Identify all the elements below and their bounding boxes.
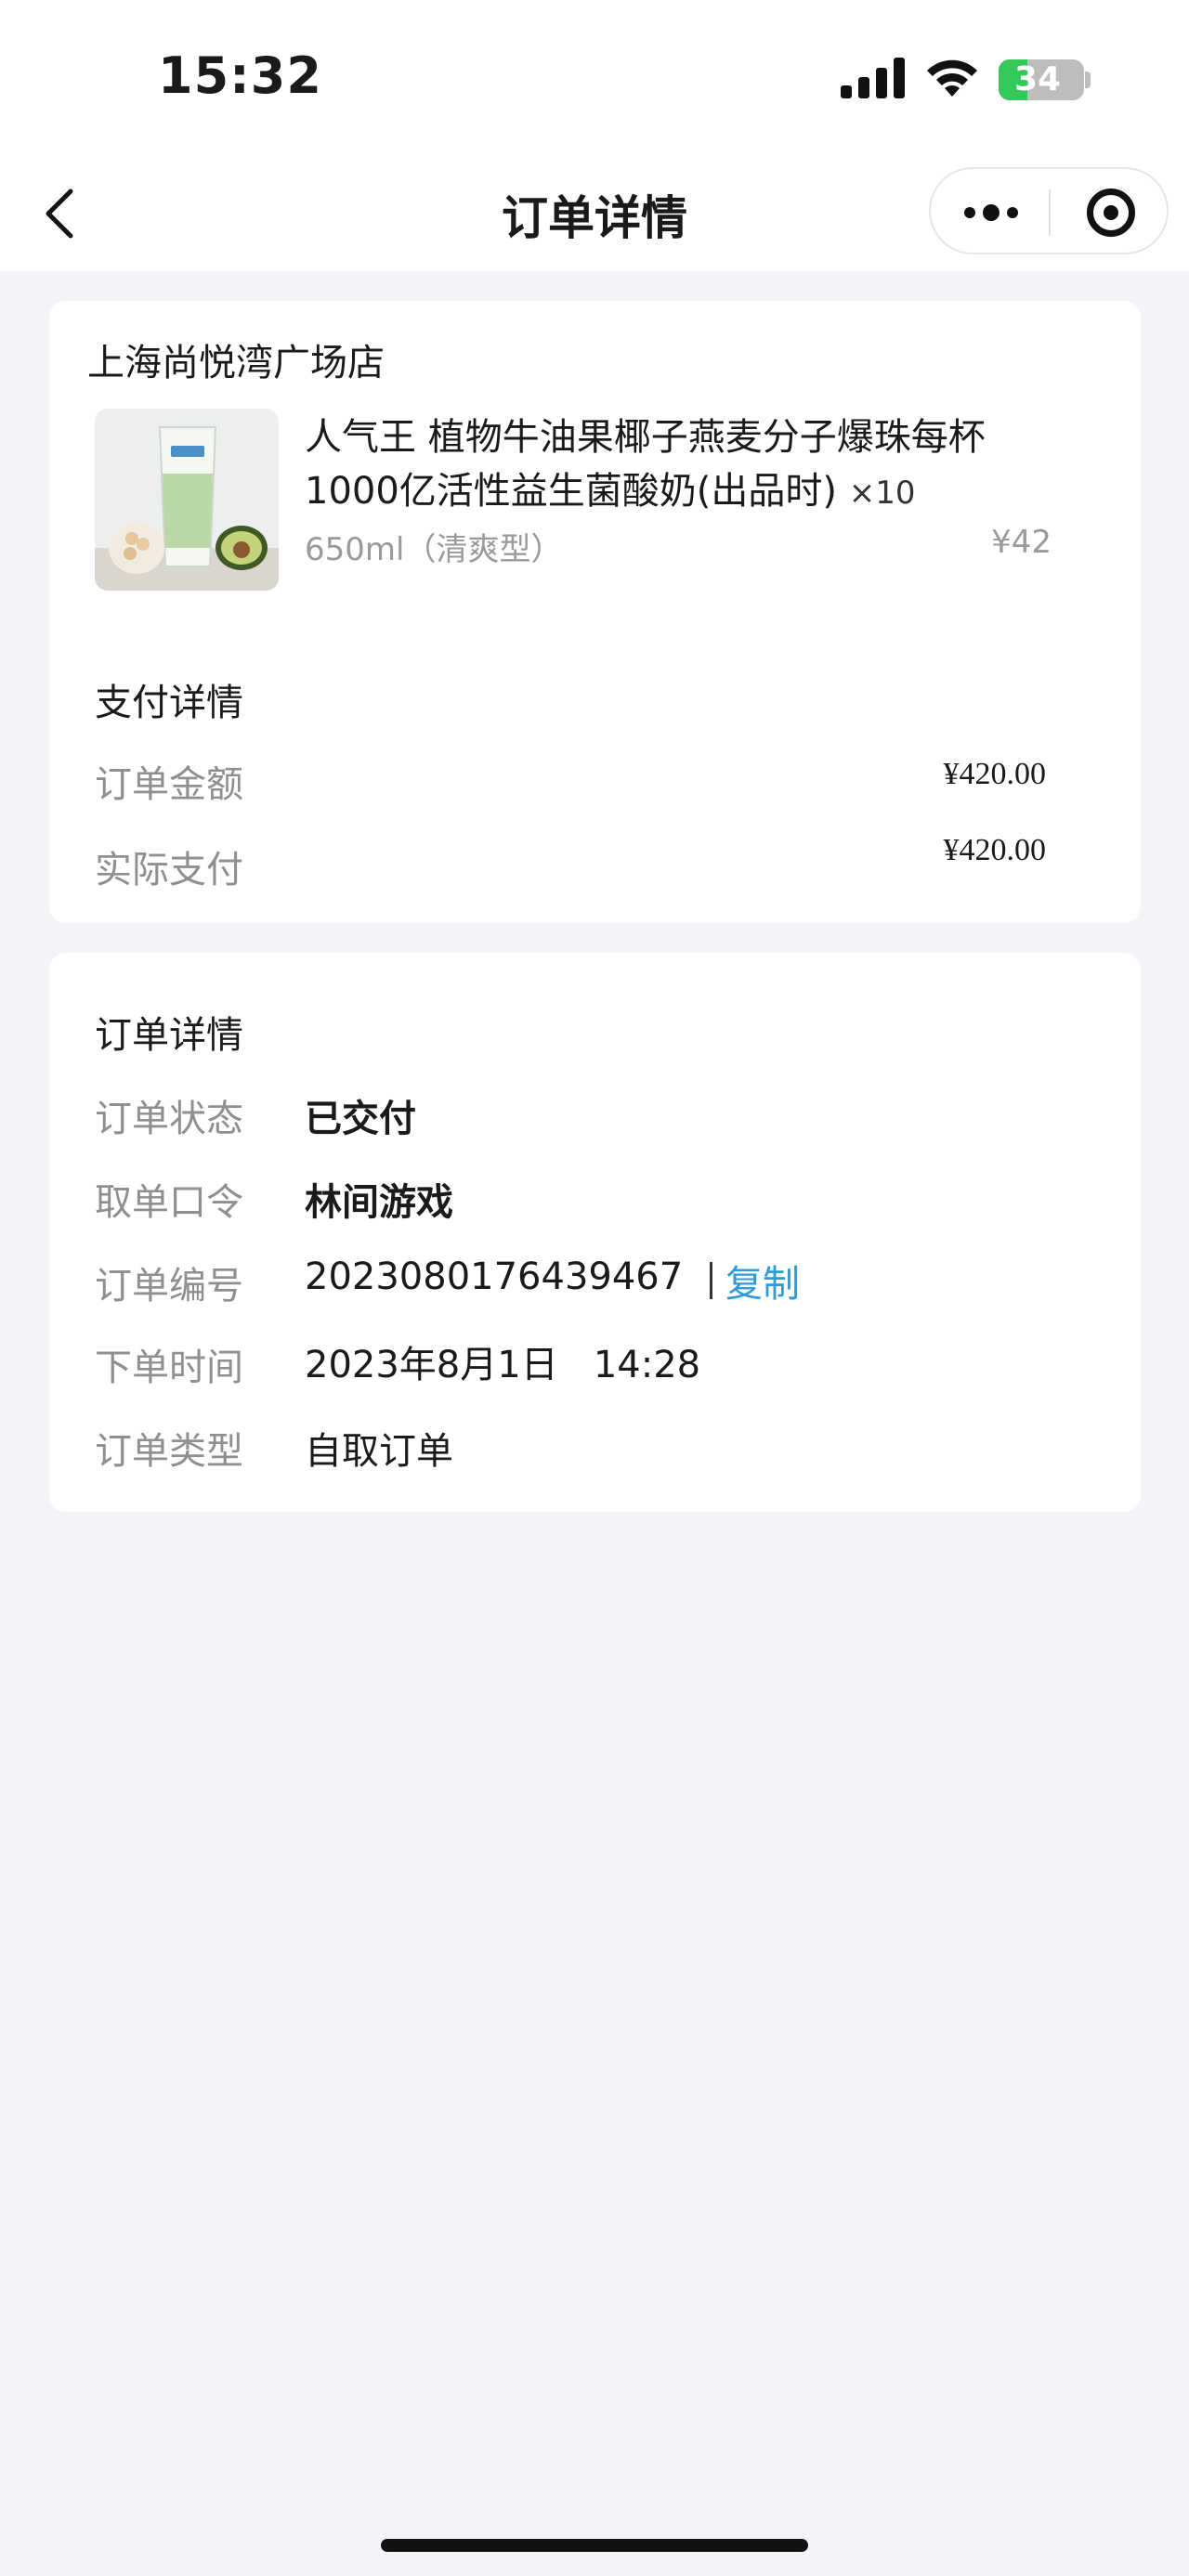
order-amount-value: ¥420.00 [943,757,1047,791]
copy-divider [710,1262,712,1299]
pickup-code-value: 林间游戏 [305,1181,453,1224]
mini-program-capsule [929,167,1169,254]
product-price: ¥42 [991,524,1052,561]
details-section-title: 订单详情 [95,1014,243,1057]
more-dots-icon[interactable] [964,202,1026,221]
battery-cap [1085,72,1091,88]
product-image [95,409,279,591]
wifi-icon [927,59,977,97]
paid-amount-value: ¥420.00 [943,833,1047,867]
status-time: 15:32 [158,46,322,105]
battery-icon: 34 [999,59,1084,100]
order-type-value: 自取订单 [305,1430,453,1473]
product-name-block: 人气王 植物牛油果椰子燕麦分子爆珠每杯1000亿活性益生菌酸奶(出品时) ×10 [305,410,1048,520]
payment-section-title: 支付详情 [95,682,243,724]
order-number-value: 2023080176439467 [305,1255,684,1298]
pickup-code-label: 取单口令 [95,1181,243,1224]
order-number-label: 订单编号 [95,1265,243,1308]
order-status-value: 已交付 [305,1098,416,1140]
copy-button[interactable]: 复制 [725,1263,800,1306]
capsule-divider [1049,189,1051,236]
store-name: 上海尚悦湾广场店 [87,342,385,384]
product-quantity: ×10 [848,475,916,512]
order-time-label: 下单时间 [95,1347,243,1389]
copy-action: 复制 [710,1254,800,1308]
paid-amount-label: 实际支付 [95,849,243,891]
close-target-icon[interactable] [1087,189,1135,237]
battery-level: 34 [1013,60,1062,98]
home-indicator[interactable] [381,2539,808,2552]
order-status-label: 订单状态 [95,1098,243,1140]
signal-icon [841,58,905,98]
order-type-label: 订单类型 [95,1430,243,1473]
order-summary-card [49,301,1141,923]
order-time-value: 2023年8月1日 14:28 [305,1344,701,1386]
product-spec: 650ml（清爽型） [305,531,563,568]
order-amount-label: 订单金额 [95,763,243,806]
